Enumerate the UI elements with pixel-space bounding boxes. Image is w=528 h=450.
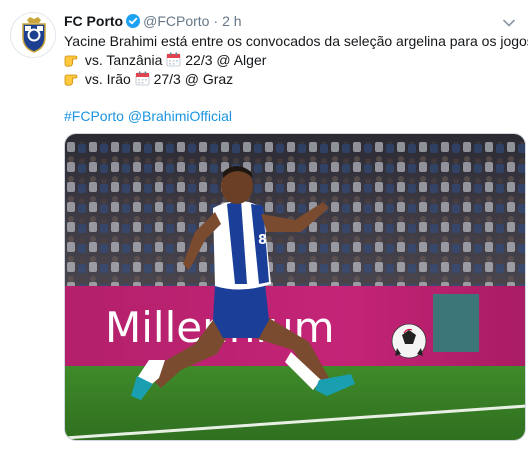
match-1-opponent: vs. Tanzânia — [84, 52, 163, 68]
backhand-index-pointing-right-icon — [64, 72, 81, 91]
match-line-2: vs. Irão 27/3 @ Graz — [64, 70, 520, 89]
tweet-card[interactable]: FC Porto @FCPorto · 2 h Yacine Brahimi está… — [0, 0, 528, 450]
hashtag-link[interactable]: #FCPorto — [64, 108, 124, 124]
text-gap — [64, 89, 520, 107]
pitch — [65, 366, 525, 440]
match-2-opponent: vs. Irão — [84, 71, 131, 87]
crowd-background — [65, 134, 525, 292]
tweet-timestamp[interactable]: 2 h — [222, 13, 241, 29]
match-1-date: 22/3 @ Alger — [185, 52, 267, 68]
match-line-1: vs. Tanzânia 22/3 @ Alger — [64, 51, 520, 70]
chevron-down-icon[interactable] — [502, 16, 516, 30]
tweet-photo[interactable]: Millennium 8 — [64, 133, 526, 441]
jersey-number: 8 — [258, 233, 267, 248]
mention-link[interactable]: @BrahimiOfficial — [128, 108, 232, 124]
calendar-icon — [135, 71, 150, 91]
fc-porto-crest-icon[interactable] — [10, 12, 56, 58]
author-handle[interactable]: @FCPorto — [143, 13, 209, 29]
calendar-icon — [166, 52, 181, 72]
tweet-header: FC Porto @FCPorto · 2 h — [64, 12, 242, 32]
author-name[interactable]: FC Porto — [64, 13, 123, 29]
verified-badge-icon — [126, 14, 141, 28]
tweet-line-intro: Yacine Brahimi está entre os convocados … — [64, 33, 528, 49]
tweet-text: Yacine Brahimi está entre os convocados … — [64, 32, 528, 126]
tags-line: #FCPorto @BrahimiOfficial — [64, 107, 520, 126]
football — [391, 323, 427, 359]
separator-dot: · — [213, 13, 219, 29]
match-2-date: 27/3 @ Graz — [153, 71, 234, 87]
